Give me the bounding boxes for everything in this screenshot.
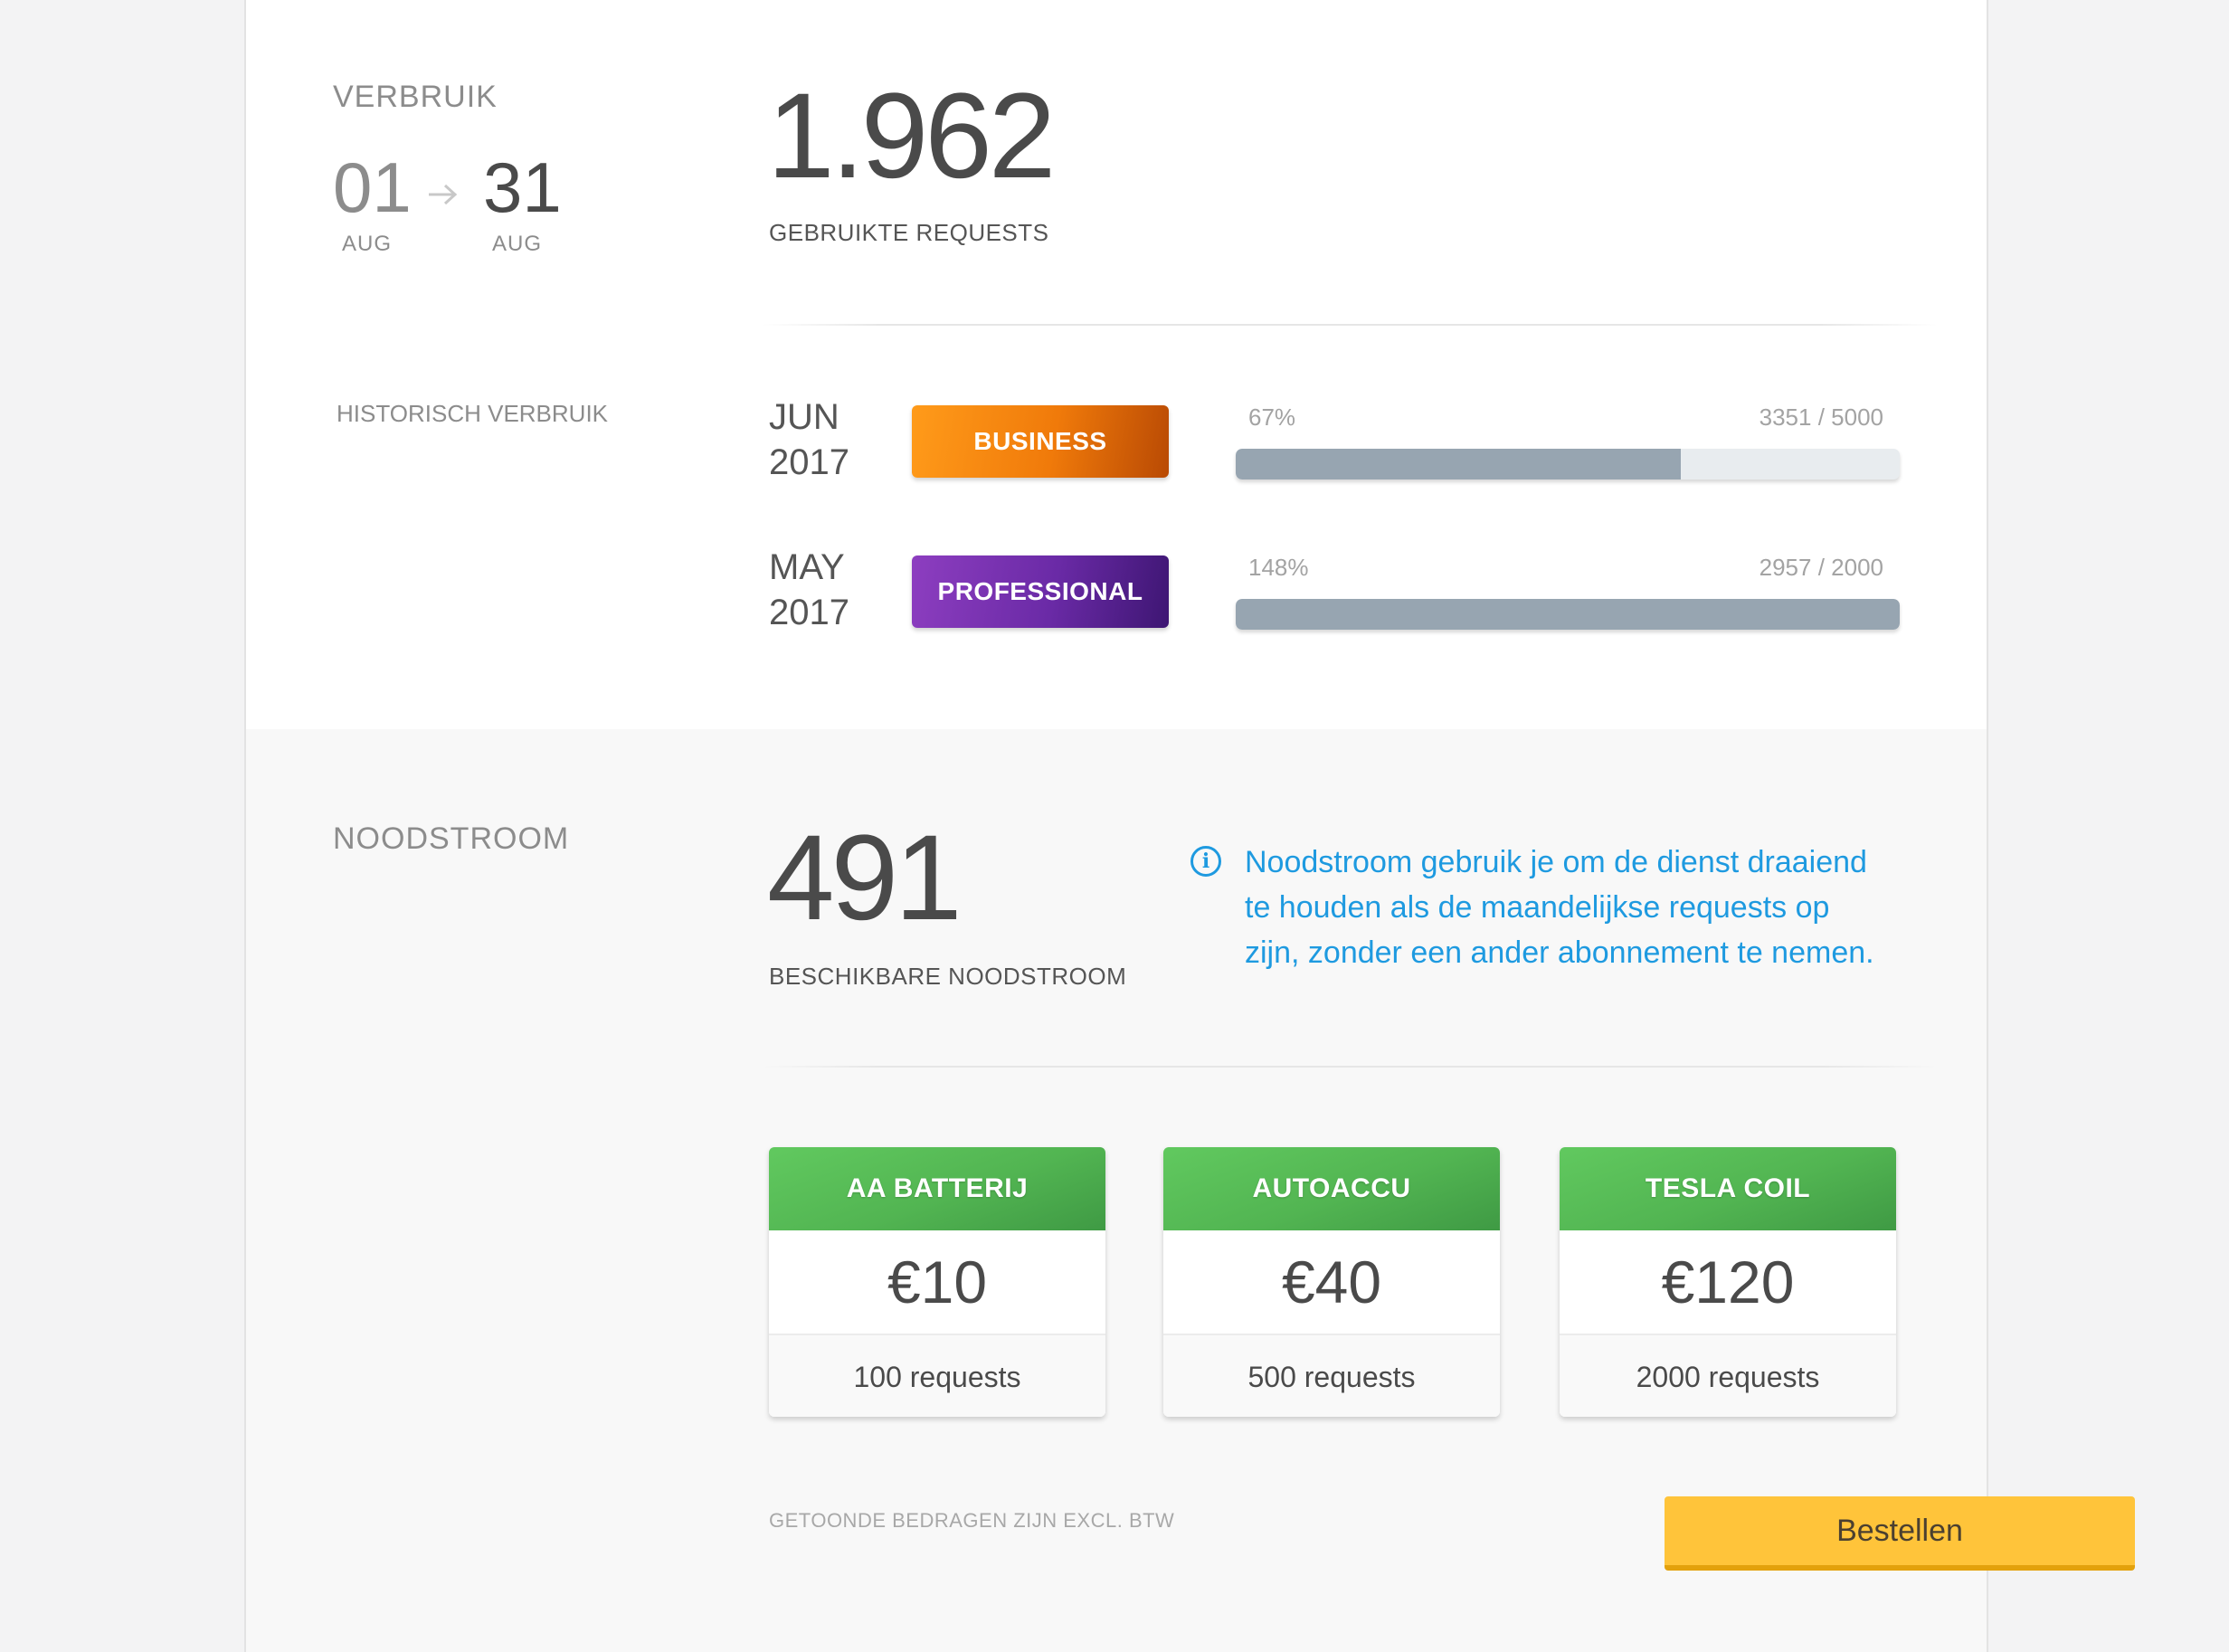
arrow-right-icon: [425, 181, 461, 208]
history-year: 2017: [769, 442, 849, 482]
emergency-available-value: 491: [767, 811, 963, 945]
history-month: MAY: [769, 547, 845, 587]
package-card-tesla-coil[interactable]: TESLA COIL €120 2000 requests: [1560, 1147, 1896, 1417]
period-start-month: AUG: [342, 232, 393, 256]
requests-used-label: GEBRUIKTE REQUESTS: [769, 219, 1049, 246]
package-price: €120: [1661, 1248, 1795, 1315]
usage-section-title: VERBRUIK: [333, 80, 498, 114]
history-year: 2017: [769, 593, 849, 632]
package-requests: 500 requests: [1163, 1334, 1500, 1417]
divider: [762, 324, 1938, 326]
vat-note: GETOONDE BEDRAGEN ZIJN EXCL. BTW: [769, 1509, 1175, 1532]
tier-badge-business: BUSINESS: [912, 405, 1169, 478]
history-month: JUN: [769, 397, 839, 437]
info-icon: i: [1190, 846, 1221, 877]
package-requests: 100 requests: [769, 1334, 1105, 1417]
package-card-autoaccu[interactable]: AUTOACCU €40 500 requests: [1163, 1147, 1500, 1417]
package-card-aa-batterij[interactable]: AA BATTERIJ €10 100 requests: [769, 1147, 1105, 1417]
package-requests: 2000 requests: [1560, 1334, 1896, 1417]
info-line: Noodstroom gebruik je om de dienst draai…: [1245, 845, 1867, 879]
period-end-day: 31: [483, 147, 562, 227]
usage-count: 2957 / 2000: [1759, 554, 1883, 581]
order-button[interactable]: Bestellen: [1665, 1496, 2135, 1571]
package-price: €40: [1281, 1248, 1382, 1315]
emergency-section-title: NOODSTROOM: [333, 821, 570, 856]
requests-used-value: 1.962: [767, 69, 1056, 204]
period-start-day: 01: [333, 147, 412, 227]
package-name: AA BATTERIJ: [769, 1147, 1105, 1230]
usage-progress-fill: [1236, 599, 1900, 630]
divider: [762, 1066, 1938, 1068]
info-line: te houden als de maandelijkse requests o…: [1245, 890, 1830, 925]
usage-panel: VERBRUIK 01 AUG 31 AUG 1.962 GEBRUIKTE R…: [244, 0, 2135, 1652]
usage-count: 3351 / 5000: [1759, 404, 1883, 431]
history-section-title: HISTORISCH VERBRUIK: [337, 400, 609, 427]
usage-progress-bar: [1236, 449, 1900, 479]
usage-section: VERBRUIK 01 AUG 31 AUG 1.962 GEBRUIKTE R…: [246, 0, 1987, 729]
period-end-month: AUG: [492, 232, 543, 256]
usage-progress-fill: [1236, 449, 1681, 479]
usage-percent: 148%: [1248, 554, 1309, 581]
usage-progress-bar: [1236, 599, 1900, 630]
package-name: AUTOACCU: [1163, 1147, 1500, 1230]
emergency-info-text: Noodstroom gebruik je om de dienst draai…: [1245, 840, 1968, 975]
tier-badge-professional: PROFESSIONAL: [912, 555, 1169, 628]
info-line: zijn, zonder een ander abonnement te nem…: [1245, 935, 1874, 970]
package-price: €10: [887, 1248, 988, 1315]
emergency-available-label: BESCHIKBARE NOODSTROOM: [769, 963, 1127, 990]
package-name: TESLA COIL: [1560, 1147, 1896, 1230]
usage-percent: 67%: [1248, 404, 1296, 431]
